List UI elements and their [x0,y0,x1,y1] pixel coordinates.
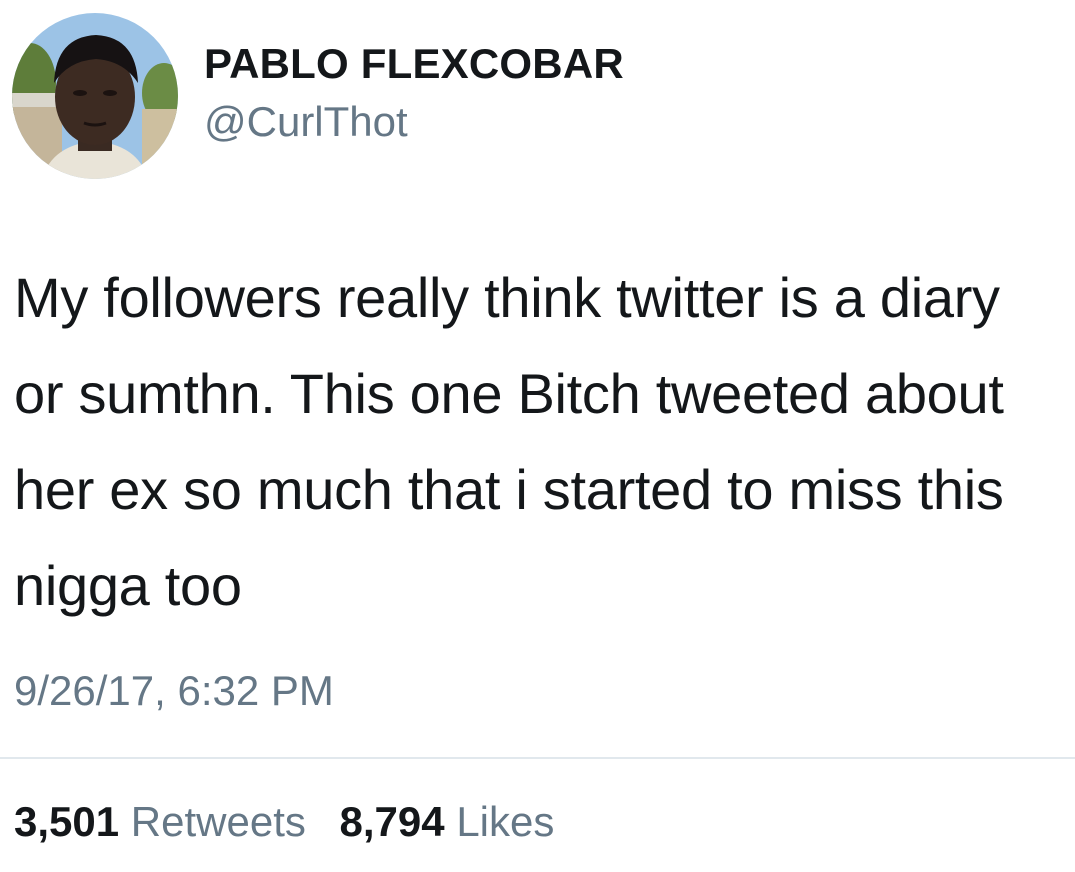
likes-stat[interactable]: 8,794 Likes [340,798,555,846]
tweet-text: My followers really think twitter is a d… [14,266,1004,617]
user-handle[interactable]: @CurlThot [204,98,408,146]
likes-count: 8,794 [339,798,445,845]
retweets-label: Retweets [130,798,306,845]
retweets-stat[interactable]: 3,501 Retweets [14,798,306,846]
tweet-stats: 3,501 Retweets 8,794 Likes [14,798,576,846]
avatar[interactable] [12,13,178,179]
retweets-count: 3,501 [14,798,120,845]
tweet-timestamp[interactable]: 9/26/17, 6:32 PM [14,667,334,715]
tweet-detail: PABLO FLEXCOBAR @CurlThot My followers r… [0,0,1075,872]
likes-label: Likes [456,798,555,845]
display-name[interactable]: PABLO FLEXCOBAR [204,40,624,88]
avatar-photo-icon [12,13,178,179]
divider [0,757,1075,759]
